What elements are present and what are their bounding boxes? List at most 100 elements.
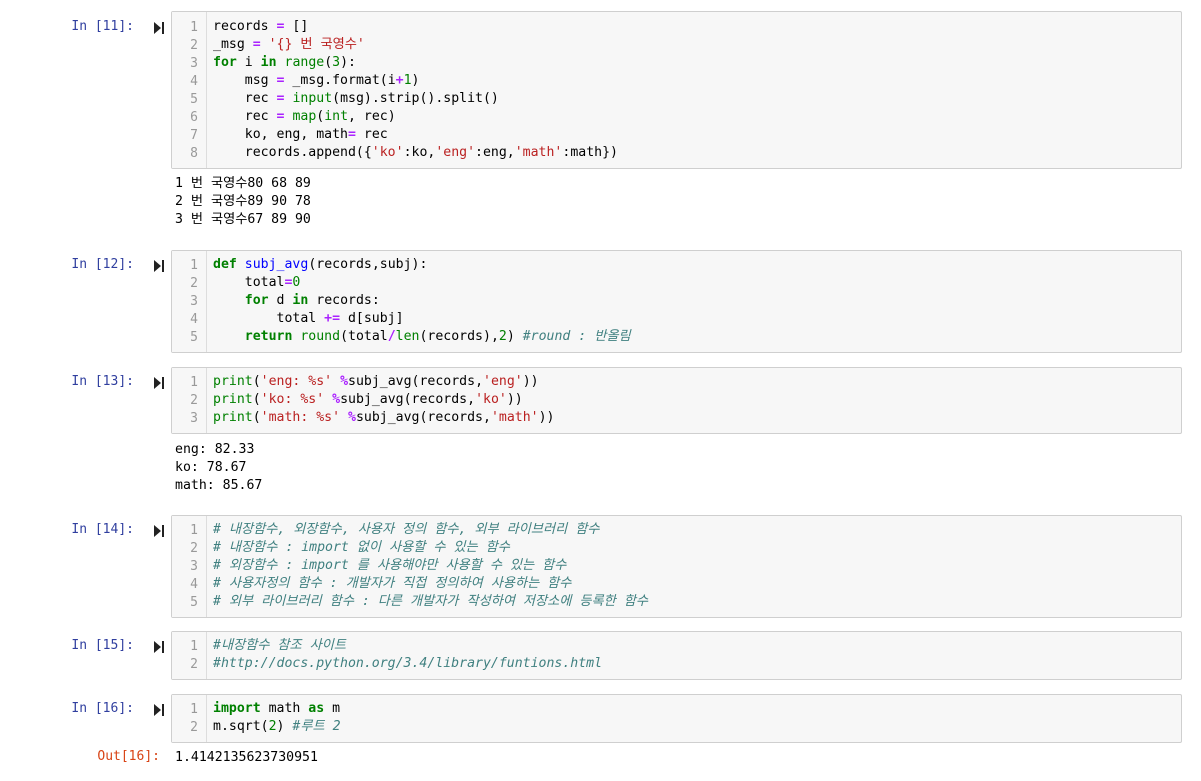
code-line[interactable]: total += d[subj] [213, 310, 631, 328]
output-line: 1 번 국영수80 68 89 [175, 176, 311, 191]
code-line[interactable]: records.append({'ko':ko,'eng':eng,'math'… [213, 144, 618, 162]
code-token: % [348, 410, 356, 425]
code-token: 1 [403, 73, 412, 88]
code-line[interactable]: print('math: %s' %subj_avg(records,'math… [213, 409, 554, 427]
line-number: 2 [190, 720, 198, 735]
code-token: rec [213, 109, 277, 124]
code-editor[interactable]: 1 2 3 print('eng: %s' %subj_avg(records,… [171, 367, 1182, 434]
code-line[interactable]: records = [] [213, 18, 618, 36]
line-number: 3 [190, 411, 198, 426]
code-line[interactable]: total=0 [213, 274, 631, 292]
code-line[interactable]: #내장함수 참조 사이트 [213, 637, 602, 655]
code-token: (records,subj): [308, 257, 428, 272]
code-token: for [213, 55, 237, 70]
code-editor[interactable]: 1 2 3 4 5 def subj_avg(records,subj): to… [171, 250, 1182, 353]
code-token: #루트 2 [292, 719, 341, 734]
code-token: print [213, 410, 253, 425]
code-text[interactable]: import math as m m.sqrt(2) #루트 2 [213, 700, 341, 736]
run-cell-icon[interactable] [153, 20, 165, 34]
code-token: += [324, 311, 341, 326]
code-token: i [236, 55, 261, 70]
code-editor[interactable]: 1 2 3 4 5 # 내장함수, 외장함수, 사용자 정의 함수, 외부 라이… [171, 515, 1182, 618]
code-token: 'eng' [435, 145, 476, 160]
code-text[interactable]: def subj_avg(records,subj): total=0 for … [213, 256, 631, 346]
code-token: 'math: %s' [260, 410, 341, 425]
code-token: 0 [292, 275, 301, 290]
code-token: import [213, 701, 261, 716]
run-cell-icon[interactable] [153, 258, 165, 272]
code-token: records.append({ [213, 145, 372, 160]
code-line[interactable]: def subj_avg(records,subj): [213, 256, 631, 274]
code-line[interactable]: rec = map(int, rec) [213, 108, 618, 126]
code-line[interactable]: # 내장함수, 외장함수, 사용자 정의 함수, 외부 라이브러리 함수 [213, 521, 648, 539]
line-number: 4 [190, 312, 198, 327]
code-token: print [213, 392, 253, 407]
code-line[interactable]: msg = _msg.format(i+1) [213, 72, 618, 90]
code-token: ( [252, 410, 261, 425]
code-line[interactable]: print('ko: %s' %subj_avg(records,'ko')) [213, 391, 554, 409]
output-prompt: Out[16]: [97, 749, 160, 764]
code-line[interactable]: # 외부 라이브러리 함수 : 다른 개발자가 작성하여 저장소에 등록한 함수 [213, 593, 648, 611]
code-token: 3 [332, 55, 341, 70]
code-text[interactable]: records = [] _msg = '{} 번 국영수' for i in ra… [213, 18, 618, 162]
code-token: round [300, 329, 341, 344]
code-token: ( [324, 55, 333, 70]
run-cell-icon[interactable] [153, 375, 165, 389]
code-token: 'math' [514, 145, 563, 160]
code-line[interactable]: _msg = '{} 번 국영수' [213, 36, 618, 54]
run-cell-icon[interactable] [153, 702, 165, 716]
code-line[interactable]: # 사용자정의 함수 : 개발자가 직접 정의하여 사용하는 함수 [213, 575, 648, 593]
code-line[interactable]: #http://docs.python.org/3.4/library/funt… [213, 655, 602, 673]
code-token: = [252, 37, 261, 52]
code-line[interactable]: import math as m [213, 700, 341, 718]
input-prompt: In [13]: [71, 374, 134, 389]
code-token: records: [308, 293, 380, 308]
code-token: :eng, [475, 145, 515, 160]
cell-output-value: 1.4142135623730951 [175, 750, 318, 765]
line-number: 5 [190, 595, 198, 610]
notebook: In [11]: 1 2 3 4 5 6 7 8 records = [] _ms… [0, 0, 1201, 781]
code-token: 'math' [490, 410, 539, 425]
code-text[interactable]: #내장함수 참조 사이트 #http://docs.python.org/3.4/… [213, 637, 602, 673]
run-cell-icon[interactable] [153, 639, 165, 653]
code-token: d[subj] [340, 311, 404, 326]
code-text[interactable]: # 내장함수, 외장함수, 사용자 정의 함수, 외부 라이브러리 함수 # 내장… [213, 521, 648, 611]
code-editor[interactable]: 1 2 3 4 5 6 7 8 records = [] _msg = '{} 번… [171, 11, 1182, 169]
code-line[interactable]: # 내장함수 : import 없이 사용할 수 있는 함수 [213, 539, 648, 557]
code-token: # 외부 라이브러리 함수 : 다른 개발자가 작성하여 저장소에 등록한 함수 [213, 594, 648, 609]
code-line[interactable]: for d in records: [213, 292, 631, 310]
code-token: (total [340, 329, 388, 344]
line-number: 2 [190, 657, 198, 672]
code-token: , rec) [348, 109, 396, 124]
code-line[interactable]: print('eng: %s' %subj_avg(records,'eng')… [213, 373, 554, 391]
code-line[interactable]: ko, eng, math= rec [213, 126, 618, 144]
code-token: % [340, 374, 349, 389]
code-line[interactable]: # 외장함수 : import 를 사용해야만 사용할 수 있는 함수 [213, 557, 648, 575]
line-number: 3 [190, 56, 198, 71]
code-line[interactable]: return round(total/len(records),2) #roun… [213, 328, 631, 346]
code-editor[interactable]: 1 2 import math as m m.sqrt(2) #루트 2 [171, 694, 1182, 743]
code-token: 'ko' [371, 145, 404, 160]
code-token: # 내장함수, 외장함수, 사용자 정의 함수, 외부 라이브러리 함수 [213, 522, 600, 537]
code-token: len [395, 329, 420, 344]
line-number: 2 [190, 541, 198, 556]
code-token: in [260, 55, 277, 70]
code-line[interactable]: for i in range(3): [213, 54, 618, 72]
code-editor[interactable]: 1 2 #내장함수 참조 사이트 #http://docs.python.org/… [171, 631, 1182, 680]
code-token: records [213, 19, 277, 34]
code-line[interactable]: rec = input(msg).strip().split() [213, 90, 618, 108]
code-token: subj_avg(records, [355, 410, 491, 425]
code-line[interactable]: m.sqrt(2) #루트 2 [213, 718, 341, 736]
run-cell-icon[interactable] [153, 523, 165, 537]
code-text[interactable]: print('eng: %s' %subj_avg(records,'eng')… [213, 373, 554, 427]
code-token: def [213, 257, 237, 272]
line-number: 3 [190, 559, 198, 574]
line-number: 3 [190, 294, 198, 309]
line-number: 8 [190, 146, 198, 161]
output-line: ko: 78.67 [175, 460, 247, 475]
input-prompt: In [12]: [71, 257, 134, 272]
